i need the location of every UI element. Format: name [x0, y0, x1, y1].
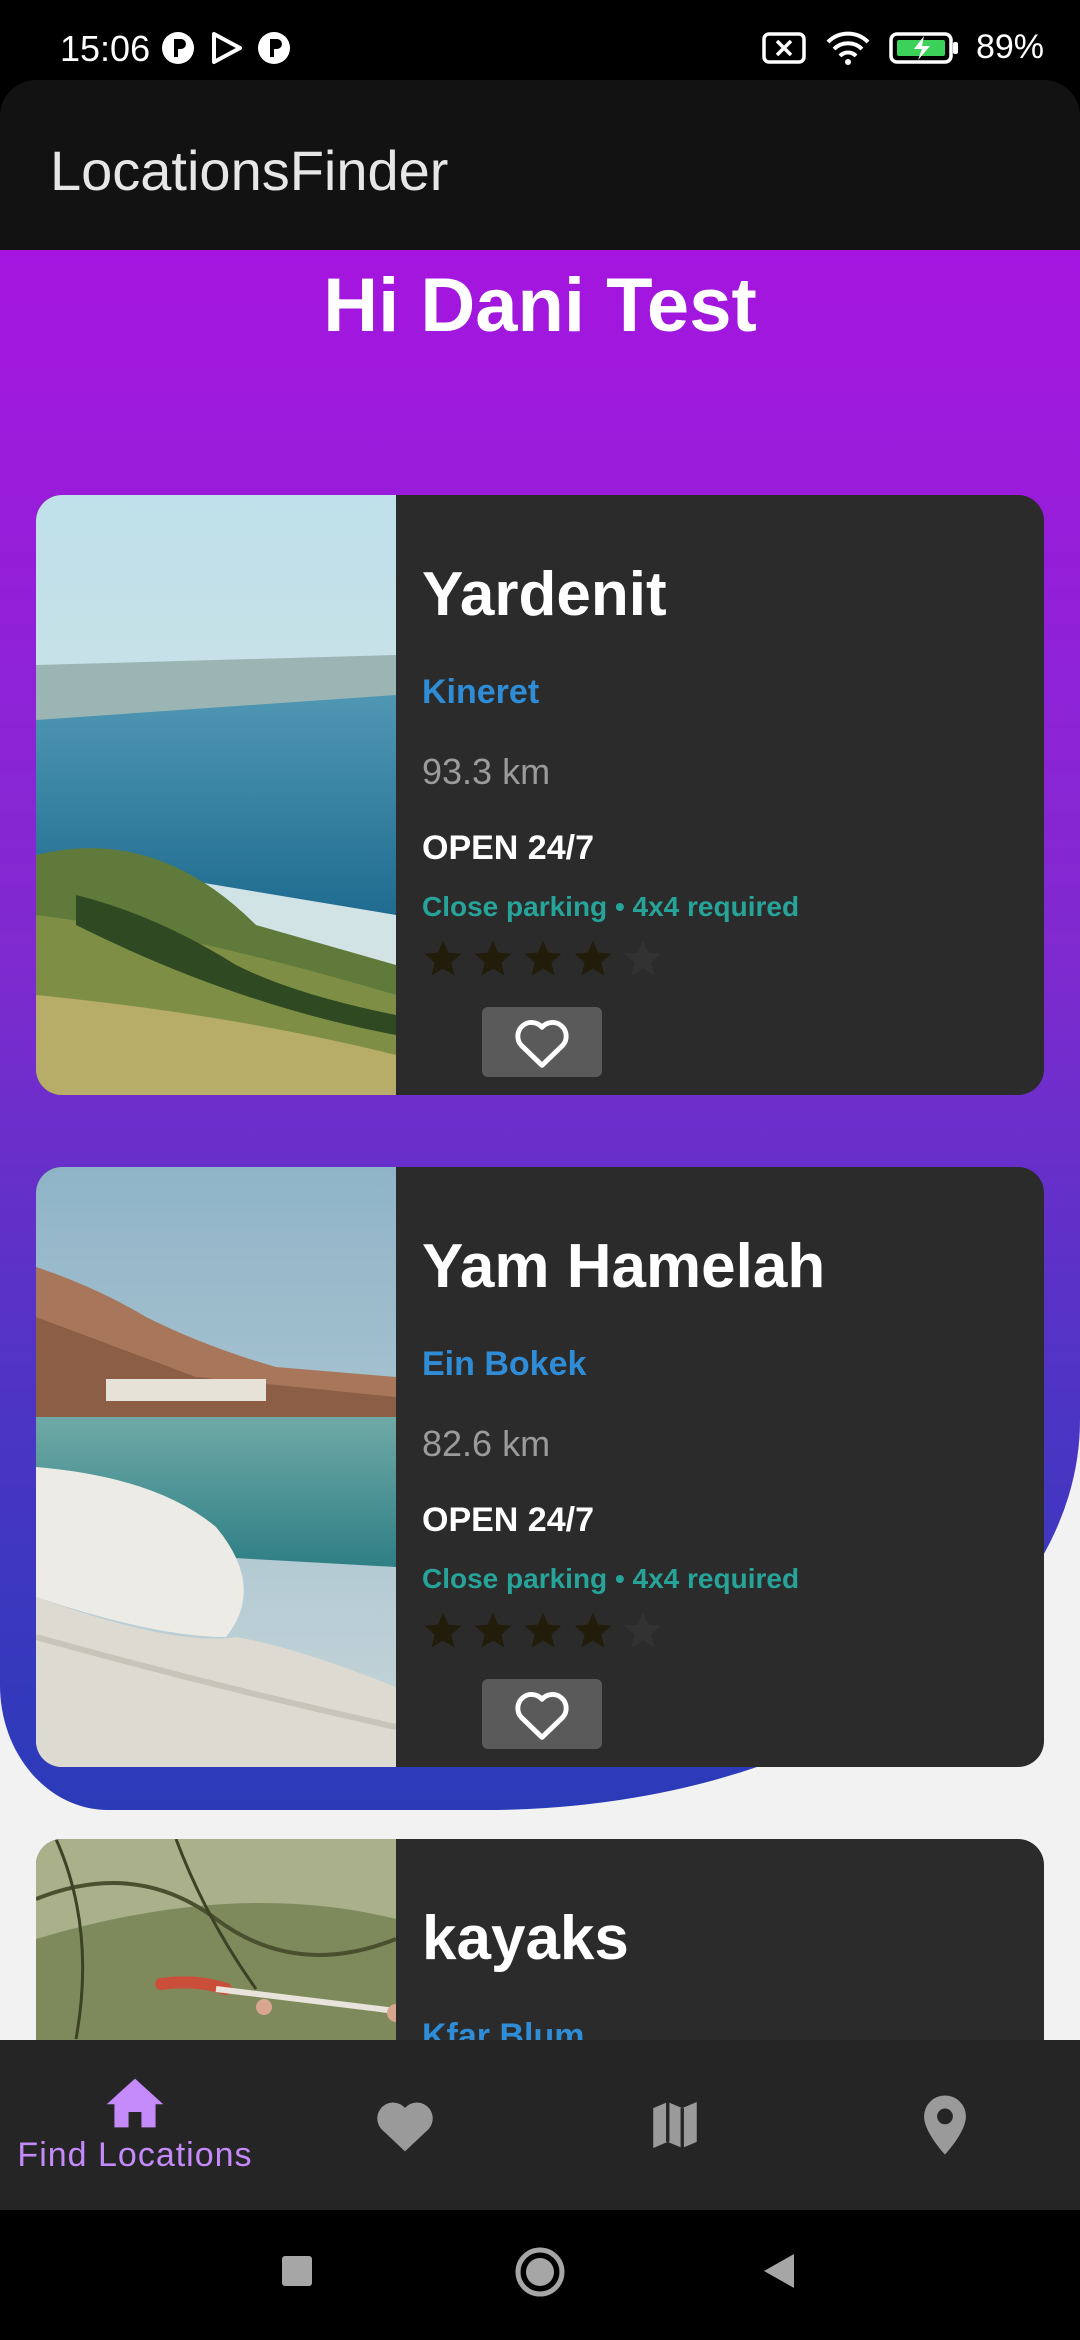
status-time: 15:06 — [60, 28, 151, 69]
location-pin-icon — [924, 2095, 966, 2155]
location-name: kayaks — [422, 1904, 629, 1973]
nav-find-locations[interactable]: Find Locations — [0, 2040, 270, 2210]
heart-outline-icon — [515, 1020, 569, 1068]
location-notes: Close parking • 4x4 required — [422, 1563, 800, 1594]
heart-icon — [377, 2102, 433, 2152]
greeting-title: Hi Dani Test — [323, 263, 757, 348]
location-name: Yam Hamelah — [422, 1232, 826, 1301]
location-card[interactable]: Yam Hamelah Ein Bokek 82.6 km OPEN 24/7 … — [36, 1167, 1044, 1767]
location-distance: 82.6 km — [422, 1423, 551, 1464]
nav-favorites[interactable] — [270, 2040, 540, 2210]
favorite-button[interactable] — [482, 1007, 602, 1077]
star-filled-icon — [474, 940, 512, 976]
battery-charging-icon — [889, 31, 958, 64]
system-navigation-bar — [0, 2210, 1080, 2340]
dead-sea-salt-photo — [36, 1167, 396, 1767]
battery-percent: 89% — [975, 28, 1044, 66]
no-sim-icon — [762, 31, 806, 64]
location-area[interactable]: Kineret — [422, 673, 539, 712]
kayak-photo — [36, 1839, 396, 2040]
bottom-navigation: Find Locations — [0, 2040, 1080, 2210]
star-empty-icon — [624, 940, 662, 976]
star-filled-icon — [524, 1612, 562, 1648]
nav-my-location[interactable] — [810, 2040, 1080, 2210]
p-circle-icon — [162, 32, 194, 64]
back-triangle-icon[interactable] — [760, 2252, 796, 2290]
locations-list[interactable]: Hi Dani Test Yardenit Kineret 93.3 km OP… — [0, 250, 1080, 2040]
status-notification-icons — [160, 30, 292, 66]
location-distance: 93.3 km — [422, 751, 551, 792]
favorite-button[interactable] — [482, 1679, 602, 1749]
location-hours: OPEN 24/7 — [422, 1501, 594, 1539]
location-card-details: kayaks Kfar Blum — [422, 1839, 1022, 2040]
app-bar: LocationsFinder — [0, 80, 1080, 250]
star-filled-icon — [574, 1612, 612, 1648]
location-area[interactable]: Ein Bokek — [422, 1345, 586, 1384]
location-name: Yardenit — [422, 560, 667, 629]
star-empty-icon — [624, 1612, 662, 1648]
play-store-icon — [212, 32, 242, 64]
p-circle-icon — [258, 32, 290, 64]
home-circle-icon[interactable] — [514, 2246, 566, 2298]
location-card-details: Yam Hamelah Ein Bokek 82.6 km OPEN 24/7 … — [422, 1167, 1022, 1767]
star-filled-icon — [524, 940, 562, 976]
recents-square-icon[interactable] — [280, 2254, 314, 2288]
location-area[interactable]: Kfar Blum — [422, 2017, 584, 2040]
location-notes: Close parking • 4x4 required — [422, 891, 800, 922]
sea-of-galilee-photo — [36, 495, 396, 1095]
location-hours: OPEN 24/7 — [422, 829, 594, 867]
status-bar: 15:06 89% — [0, 0, 1080, 80]
map-icon — [653, 2102, 697, 2148]
rating-stars — [422, 937, 664, 979]
status-system-icons: 89% — [760, 28, 1044, 67]
nav-find-locations-label: Find Locations — [17, 2135, 253, 2174]
star-filled-icon — [574, 940, 612, 976]
nav-map[interactable] — [540, 2040, 810, 2210]
star-filled-icon — [424, 940, 462, 976]
heart-outline-icon — [515, 1692, 569, 1740]
star-filled-icon — [474, 1612, 512, 1648]
app-title: LocationsFinder — [50, 139, 449, 202]
home-icon — [106, 2078, 164, 2127]
star-filled-icon — [424, 1612, 462, 1648]
location-card-details: Yardenit Kineret 93.3 km OPEN 24/7 Close… — [422, 495, 1022, 1095]
location-card[interactable]: Yardenit Kineret 93.3 km OPEN 24/7 Close… — [36, 495, 1044, 1095]
location-card[interactable]: kayaks Kfar Blum — [36, 1839, 1044, 2040]
rating-stars — [422, 1609, 664, 1651]
wifi-icon — [826, 31, 870, 65]
